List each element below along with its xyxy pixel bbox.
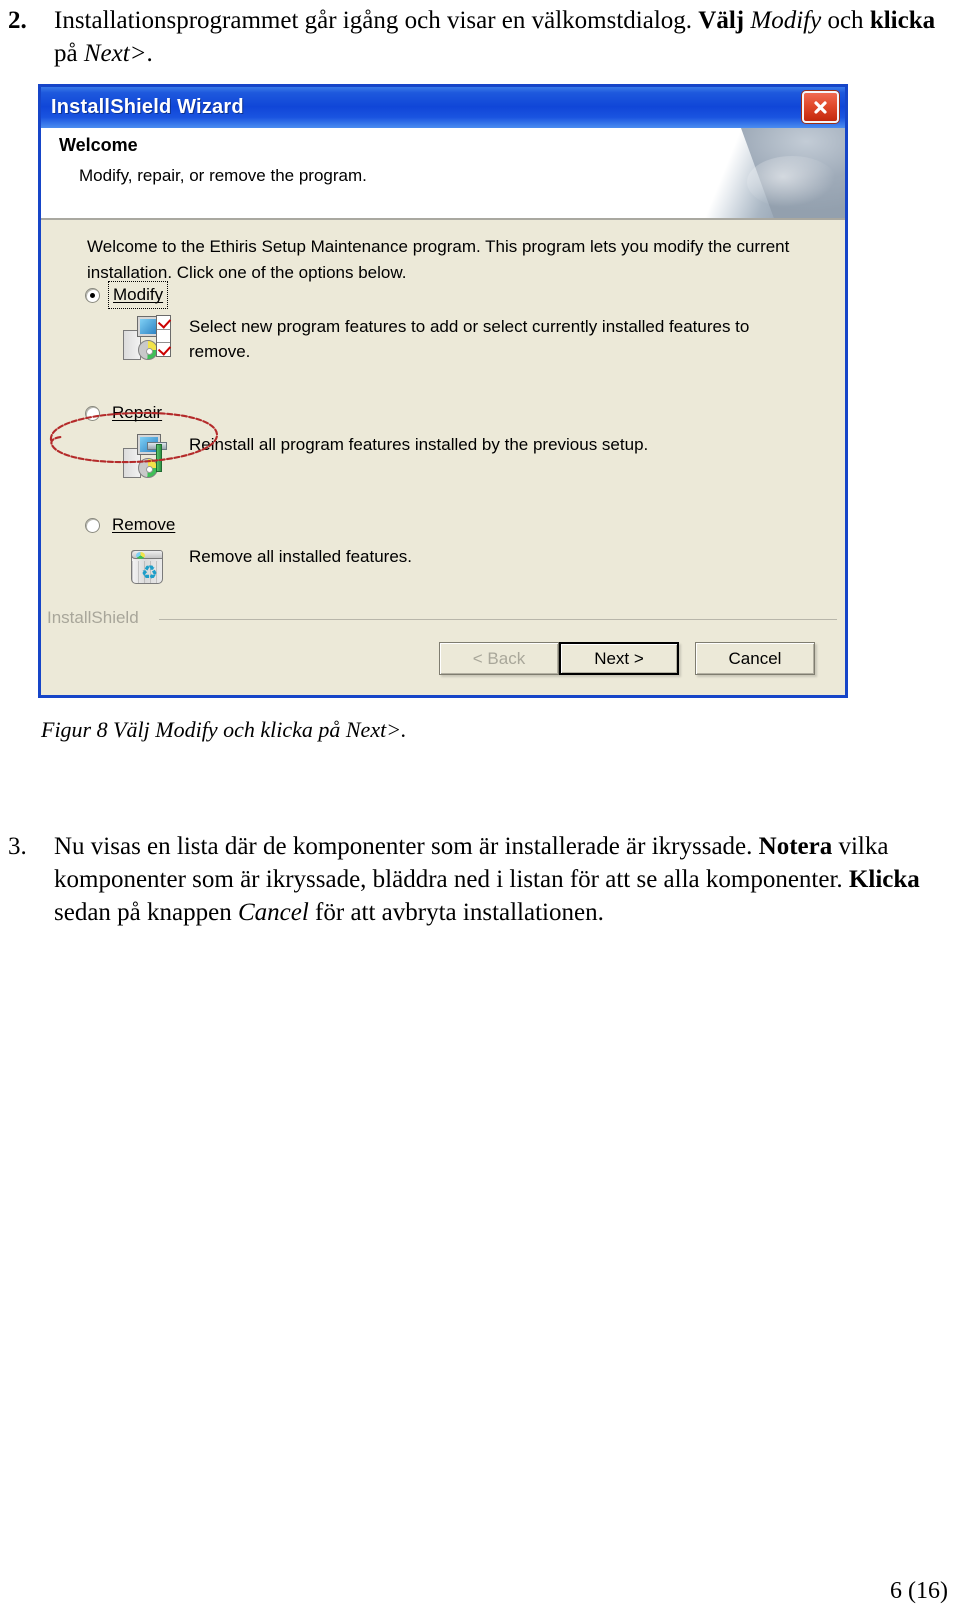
step-3-text-italic-cancel: Cancel <box>237 899 309 926</box>
step-2-text-a: Installationsprogrammet går igång och vi… <box>54 7 699 34</box>
recycle-bin-icon: ♻ <box>123 544 171 592</box>
option-remove-detail: ♻ Remove all installed features. <box>123 544 805 592</box>
doc-step-2: 2. Installationsprogrammet går igång och… <box>8 4 952 70</box>
option-remove-label[interactable]: Remove <box>112 515 175 535</box>
header-banner-image <box>690 128 845 218</box>
option-remove-head[interactable]: Remove <box>85 514 805 536</box>
dialog-title: InstallShield Wizard <box>51 96 244 118</box>
header-title: Welcome <box>59 135 138 155</box>
step-2-text-italic-modify: Modify <box>750 7 822 34</box>
dialog-titlebar: InstallShield Wizard <box>41 87 845 128</box>
back-button[interactable]: < Back <box>439 642 559 675</box>
option-modify-description: Select new program features to add or se… <box>189 317 750 361</box>
step-2-text-d: . <box>146 40 153 67</box>
brand-divider <box>159 619 837 620</box>
radio-modify[interactable] <box>85 287 100 303</box>
dialog-body: Welcome to the Ethiris Setup Maintenance… <box>41 220 845 604</box>
dialog-header-band: Welcome Modify, repair, or remove the pr… <box>41 128 845 220</box>
close-icon[interactable] <box>802 91 839 123</box>
dialog-footer: < Back Next > Cancel <box>41 634 845 694</box>
installshield-brand-strip: InstallShield <box>41 604 845 634</box>
option-repair-detail: Reinstall all program features installed… <box>123 432 805 480</box>
option-modify-label[interactable]: Modify <box>107 281 169 309</box>
next-button[interactable]: Next > <box>559 642 679 675</box>
option-repair-description: Reinstall all program features installed… <box>189 435 649 454</box>
option-modify-head[interactable]: Modify <box>85 281 805 309</box>
option-repair[interactable]: Repair Reinstall all program features in… <box>85 402 805 480</box>
figure-caption: Figur 8 Välj Modify och klicka på Next>. <box>41 717 407 742</box>
step-2-number: 2. <box>8 7 27 34</box>
step-3-text: Nu visas en lista där de komponenter som… <box>54 830 944 929</box>
step-2-text-bold-valj: Välj <box>698 7 751 34</box>
step-3-text-d: för att avbryta installationen. <box>308 899 604 926</box>
step-2-text-c: på <box>54 40 84 67</box>
step-3-text-bold-notera: Notera <box>758 833 833 860</box>
step-3-text-a: Nu visas en lista där de komponenter som… <box>54 833 759 860</box>
step-2-text-italic-next: Next> <box>83 40 147 67</box>
step-3-text-c: sedan på knappen <box>54 899 238 926</box>
brand-label: InstallShield <box>47 608 139 627</box>
step-2-text-b: och <box>821 7 870 34</box>
radio-remove[interactable] <box>85 517 100 533</box>
radio-repair[interactable] <box>85 405 100 421</box>
option-modify-detail: Select new program features to add or se… <box>123 314 805 364</box>
doc-step-3: 3. Nu visas en lista där de komponenter … <box>8 830 952 929</box>
modify-features-icon <box>123 314 171 362</box>
cancel-button[interactable]: Cancel <box>695 642 815 675</box>
installshield-wizard-dialog: InstallShield Wizard Welcome Modify, rep… <box>38 84 848 698</box>
page-number: 6 (16) <box>890 1578 948 1604</box>
intro-text: Welcome to the Ethiris Setup Maintenance… <box>87 237 790 282</box>
option-remove[interactable]: Remove ♻ Remove all installed features. <box>85 514 805 592</box>
header-subtitle: Modify, repair, or remove the program. <box>79 166 367 185</box>
figure-installshield-wizard: InstallShield Wizard Welcome Modify, rep… <box>38 84 848 698</box>
step-3-number: 3. <box>8 833 27 860</box>
step-2-text-bold-klicka: klicka <box>869 7 936 34</box>
option-remove-description: Remove all installed features. <box>189 547 413 566</box>
option-modify[interactable]: Modify Select new program features to ad… <box>85 281 805 364</box>
step-3-text-bold-klicka: Klicka <box>848 866 920 893</box>
option-repair-head[interactable]: Repair <box>85 402 805 424</box>
repair-computer-icon <box>123 432 171 480</box>
option-repair-label[interactable]: Repair <box>112 403 162 423</box>
step-2-text: Installationsprogrammet går igång och vi… <box>54 4 944 70</box>
